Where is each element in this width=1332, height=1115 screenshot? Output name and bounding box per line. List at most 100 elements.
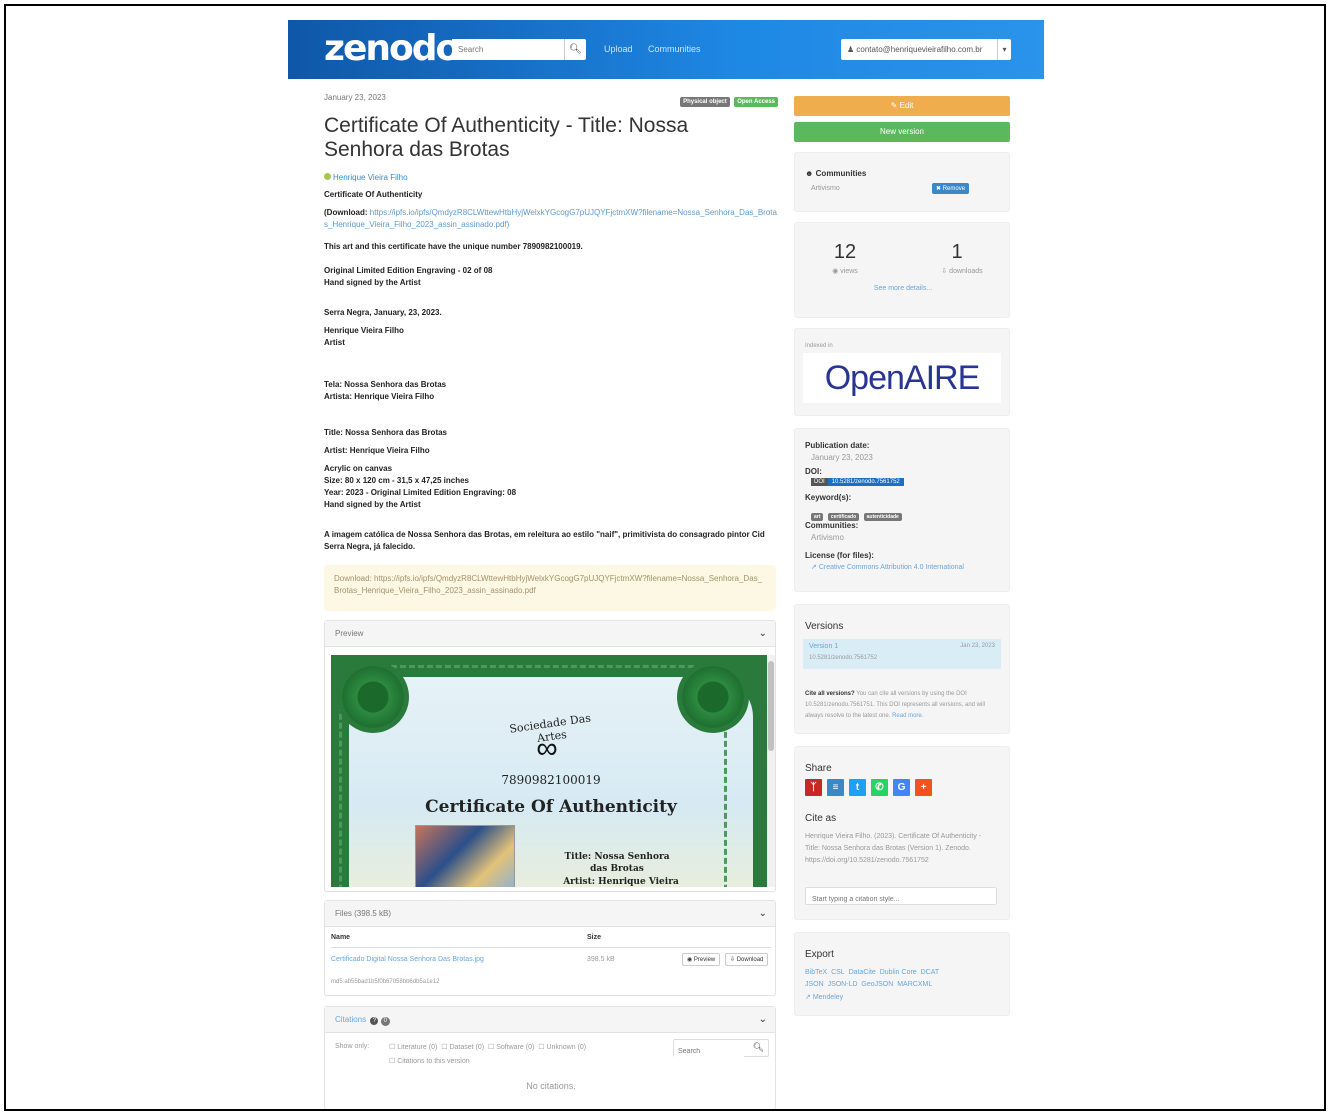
communities-title-text: Communities xyxy=(815,169,867,178)
citations-title: Citations xyxy=(335,1015,367,1024)
citation-search-input[interactable] xyxy=(674,1043,744,1060)
export-mendeley[interactable]: ↗ Mendeley xyxy=(805,993,843,1001)
doi-label: DOI: xyxy=(805,467,822,476)
communities-meta-value[interactable]: Artivismo xyxy=(811,533,844,542)
more-details-link[interactable]: See more details... xyxy=(795,285,1011,292)
user-menu[interactable]: ♟ contato@henriquevieirafilho.com.br ▾ xyxy=(841,39,1011,60)
read-more-link[interactable]: Read more. xyxy=(892,713,923,719)
artist-role: Artist xyxy=(324,338,345,347)
filter-dataset[interactable]: ☐ Dataset (0) xyxy=(441,1044,484,1051)
export-dcat[interactable]: DCAT xyxy=(921,969,940,976)
citation-style-box xyxy=(805,887,997,908)
citation-filters: ☐ Literature (0) ☐ Dataset (0) ☐ Softwar… xyxy=(389,1043,586,1051)
preview-scrollbar[interactable] xyxy=(767,655,775,887)
preview-button-label: Preview xyxy=(693,957,716,963)
export-bibtex[interactable]: BibTeX xyxy=(805,969,827,976)
export-geojson[interactable]: GeoJSON xyxy=(861,981,893,988)
filter-software[interactable]: ☐ Software (0) xyxy=(488,1044,534,1051)
preview-header[interactable]: Preview ⌄ xyxy=(325,621,775,647)
version-row[interactable]: Version 1 10.5281/zenodo.7561752 Jan 23,… xyxy=(803,639,1001,669)
search-icon[interactable]: 🔍︎ xyxy=(564,39,586,60)
doi-badge[interactable]: DOI 10.5281/zenodo.7561752 xyxy=(811,478,904,486)
filter-unknown[interactable]: ☐ Unknown (0) xyxy=(538,1044,586,1051)
edit-button[interactable]: ✎ Edit xyxy=(794,96,1010,116)
google-icon[interactable]: G xyxy=(893,779,910,796)
files-header[interactable]: Files (398.5 kB) ⌄ xyxy=(325,901,775,927)
filter-unknown-label: Unknown (0) xyxy=(546,1044,587,1051)
edit-icon: ✎ xyxy=(890,101,898,110)
title-line: Title: Nossa Senhora das Brotas xyxy=(324,428,447,437)
version-name[interactable]: Version 1 xyxy=(809,643,838,650)
download-button[interactable]: ⇩ Download xyxy=(725,953,769,966)
communities-link[interactable]: Communities xyxy=(648,44,701,54)
remove-button[interactable]: ✖ Remove xyxy=(932,183,970,194)
scrollbar-thumb[interactable] xyxy=(768,661,774,751)
keyword-badge[interactable]: autenticidade xyxy=(863,513,902,521)
download-link[interactable]: https://ipfs.io/ipfs/QmdyzR8CLWttewHtbHy… xyxy=(324,208,777,229)
export-datacite[interactable]: DataCite xyxy=(849,969,876,976)
twitter-icon[interactable]: t xyxy=(849,779,866,796)
export-json-ld[interactable]: JSON-LD xyxy=(828,981,858,988)
license-link[interactable]: ↗ Creative Commons Attribution 4.0 Inter… xyxy=(811,563,964,571)
mendeley-label: Mendeley xyxy=(812,994,844,1001)
export-csl[interactable]: CSL xyxy=(831,969,845,976)
preview-panel: Preview ⌄ Sociedade Das Artes ∞ 78909821… xyxy=(324,620,776,892)
add-share-icon[interactable]: + xyxy=(915,779,932,796)
no-citations: No citations. xyxy=(526,1081,576,1091)
list-share-icon[interactable]: ≡ xyxy=(827,779,844,796)
filter-literature[interactable]: ☐ Literature (0) xyxy=(389,1044,437,1051)
edition: Original Limited Edition Engraving - 02 … xyxy=(324,266,493,275)
file-size: 398.5 kB xyxy=(587,956,615,963)
unique-number: This art and this certificate have the u… xyxy=(324,242,583,251)
export-row-2: JSON JSON-LD GeoJSON MARCXML xyxy=(805,981,932,988)
keyword-badge[interactable]: art xyxy=(811,513,824,521)
chevron-down-icon[interactable]: ⌄ xyxy=(759,621,767,647)
downloads-label-text: downloads xyxy=(949,268,983,275)
chevron-down-icon[interactable]: ⌄ xyxy=(759,1007,767,1033)
license-label: License (for files): xyxy=(805,551,874,560)
whatsapp-icon[interactable]: ✆ xyxy=(871,779,888,796)
hand-signed: Hand signed by the Artist xyxy=(324,278,421,287)
upload-link[interactable]: Upload xyxy=(604,44,633,54)
search-icon[interactable]: 🔍︎ xyxy=(753,1042,764,1053)
views-label-text: views xyxy=(840,268,858,275)
citations-panel: Citations ? 0 ⌄ Show only: ☐ Literature … xyxy=(324,1006,776,1109)
desc-heading: Certificate Of Authenticity xyxy=(324,190,423,199)
nav-search: 🔍︎ xyxy=(452,39,586,60)
community-name[interactable]: Artivismo xyxy=(811,185,840,192)
year: Year: 2023 - Original Limited Edition En… xyxy=(324,488,517,497)
cert-number: 7890982100019 xyxy=(501,773,601,787)
new-version-button[interactable]: New version xyxy=(794,122,1010,142)
physical-object-badge: Physical object xyxy=(680,97,730,107)
versions-well: Versions Version 1 10.5281/zenodo.756175… xyxy=(794,604,1010,734)
open-access-badge: Open Access xyxy=(734,97,778,107)
openaire-logo[interactable]: OpenAIRE xyxy=(803,353,1001,403)
export-marcxml[interactable]: MARCXML xyxy=(897,981,932,988)
cert-title: Certificate Of Authenticity xyxy=(425,797,677,817)
zenodo-logo[interactable]: zenodo xyxy=(324,28,460,69)
file-link[interactable]: Certificado Digital Nossa Senhora Das Br… xyxy=(331,956,484,963)
users-icon: ☻ xyxy=(805,169,814,178)
user-icon: ♟ xyxy=(847,45,855,54)
hand-signed-2: Hand signed by the Artist xyxy=(324,500,421,509)
doi-prefix: DOI xyxy=(811,478,828,486)
chevron-down-icon[interactable]: ⌄ xyxy=(759,901,767,927)
preview-button[interactable]: ◉ Preview xyxy=(682,953,721,966)
keyword-badge[interactable]: certificado xyxy=(827,513,860,521)
export-dublin-core[interactable]: Dublin Core xyxy=(880,969,917,976)
author[interactable]: Henrique Vieira Filho xyxy=(324,173,408,182)
search-input[interactable] xyxy=(452,39,562,60)
author-name[interactable]: Henrique Vieira Filho xyxy=(333,173,408,182)
mendeley-share-icon[interactable]: ᛉ xyxy=(805,779,822,796)
alert-text: Download: https://ipfs.io/ipfs/QmdyzR8CL… xyxy=(334,574,763,595)
filter-this-version[interactable]: ☐ Citations to this version xyxy=(389,1057,470,1065)
metadata-well: Publication date: January 23, 2023 DOI: … xyxy=(794,428,1010,592)
help-icon[interactable]: ? xyxy=(370,1017,379,1025)
chevron-down-icon[interactable]: ▾ xyxy=(997,39,1011,60)
medium: Acrylic on canvas xyxy=(324,464,393,473)
citation-style-input[interactable] xyxy=(806,891,992,908)
citations-header[interactable]: Citations ? 0 ⌄ xyxy=(325,1007,775,1033)
export-json[interactable]: JSON xyxy=(805,981,824,988)
cite-all-bold: Cite all versions? xyxy=(805,691,855,697)
cite-as-text: Henrique Vieira Filho. (2023). Certifica… xyxy=(805,833,982,864)
